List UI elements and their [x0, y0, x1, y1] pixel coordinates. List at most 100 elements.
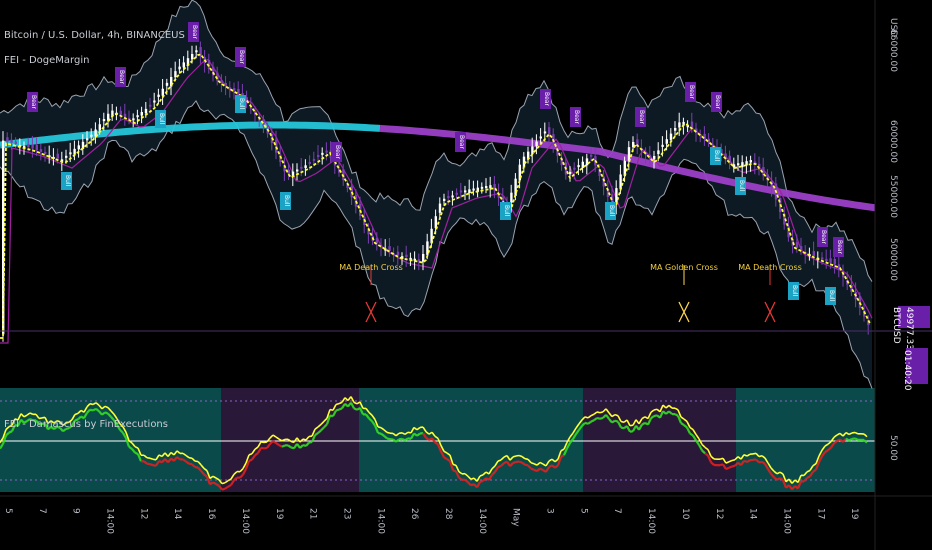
- candle-body: [157, 94, 160, 97]
- osc-line-seg: [221, 481, 226, 485]
- time-axis-label: 19: [849, 508, 859, 520]
- candle-body: [35, 144, 38, 151]
- time-axis-label: 28: [443, 508, 453, 520]
- osc-signal-seg: [614, 419, 619, 423]
- candle-body: [858, 296, 862, 308]
- candle-body: [674, 128, 677, 131]
- candle-body: [191, 54, 194, 60]
- osc-signal-seg: [278, 444, 283, 448]
- candle-body: [73, 148, 76, 155]
- time-axis-label: 14:00: [646, 508, 656, 534]
- candle-body: [161, 88, 164, 96]
- candle-body: [39, 149, 43, 152]
- osc-signal-seg: [497, 464, 502, 469]
- indicator-sub-label: FEI - Damascus by FinExecutions: [4, 419, 168, 430]
- bull-badge-text: Bull: [64, 175, 71, 187]
- osc-signal-seg: [452, 469, 457, 473]
- osc-zone: [539, 388, 544, 492]
- candle-body: [149, 104, 152, 107]
- osc-zone: [622, 388, 626, 492]
- candle-body: [174, 71, 177, 78]
- candle-body: [317, 155, 320, 158]
- osc-zone: [415, 388, 422, 492]
- candle-body: [535, 141, 538, 147]
- candle-body: [233, 88, 236, 91]
- time-axis-label: 14:00: [240, 508, 250, 534]
- candle-body: [569, 171, 572, 175]
- osc-zone: [493, 388, 512, 492]
- candle-body: [447, 196, 450, 199]
- osc-signal-seg: [743, 459, 748, 464]
- candle-body: [800, 246, 803, 250]
- osc-signal-seg: [596, 416, 601, 420]
- price-label-60000: 60000.00: [888, 120, 898, 163]
- candle-body: [405, 254, 408, 258]
- chart-title: Bitcoin / U.S. Dollar, 4h, BINANCEUS: [4, 30, 185, 41]
- candle-body: [31, 144, 34, 149]
- candle-body: [737, 163, 740, 166]
- candle-body: [459, 190, 463, 193]
- candle-body: [577, 165, 580, 168]
- time-axis-label: 7: [37, 508, 47, 514]
- candle-body: [581, 161, 584, 168]
- osc-zone: [65, 388, 86, 492]
- osc-line-seg: [599, 411, 604, 414]
- candle-body: [140, 112, 143, 116]
- candle-body: [661, 144, 664, 147]
- bull-badge-text: Bull: [738, 180, 745, 192]
- time-axis-label: 14:00: [105, 508, 115, 534]
- bear-badge-text: Bear: [836, 240, 843, 254]
- chart-canvas[interactable]: Bear Bear Bear Bear Bear Bear Bear Bear Bear Bear…: [0, 0, 932, 550]
- osc-signal-seg: [188, 462, 193, 466]
- candle-body: [443, 198, 446, 201]
- osc-signal-seg: [335, 408, 340, 412]
- candle-body: [825, 258, 828, 262]
- candle-body: [665, 139, 668, 144]
- candle-body: [749, 160, 752, 163]
- bear-badge-text: Bear: [118, 70, 125, 84]
- oscillator-zones: [0, 388, 875, 492]
- candle-body: [438, 203, 442, 213]
- osc-line-seg: [260, 441, 265, 444]
- time-axis-label: 10: [680, 508, 690, 520]
- candle-body: [144, 108, 148, 114]
- candle-body: [182, 62, 185, 68]
- osc-signal-seg: [338, 407, 343, 411]
- osc-zone: [359, 388, 386, 492]
- candle-body: [195, 50, 198, 53]
- osc-signal-seg: [854, 437, 859, 441]
- osc-line-seg: [497, 459, 502, 462]
- osc-signal-seg: [149, 463, 154, 467]
- candle-body: [132, 118, 135, 121]
- osc-zone: [12, 388, 16, 492]
- candle-body: [65, 155, 68, 158]
- osc-signal-seg: [104, 411, 109, 415]
- bull-badge-text: Bull: [238, 98, 245, 110]
- osc-label-50: 50.00: [888, 435, 898, 461]
- candle-body: [300, 166, 303, 169]
- countdown-badge: 01:40:20: [902, 348, 928, 390]
- candle-body: [669, 133, 673, 140]
- osc-signal-seg: [728, 465, 733, 469]
- candle-body: [543, 131, 547, 134]
- candle-body: [678, 122, 681, 128]
- last-price-symbol: BTCUSD: [891, 307, 901, 344]
- bull-badge-text: Bull: [158, 113, 165, 125]
- candle-body: [468, 189, 471, 194]
- indicator-main-label: FEI - DogeMargin: [4, 55, 90, 66]
- osc-signal-seg: [260, 446, 265, 450]
- osc-zone: [583, 388, 611, 492]
- candle-body: [417, 259, 421, 262]
- candle-body: [354, 194, 358, 207]
- bear-badge-text: Bear: [30, 95, 37, 109]
- last-price-value: 49977.33: [904, 307, 914, 350]
- time-axis-label: 14:00: [781, 508, 791, 534]
- osc-line-seg: [518, 454, 523, 458]
- last-price-badge[interactable]: BTCUSD 49977.33: [891, 306, 930, 350]
- candle-body: [325, 150, 328, 153]
- cross-label: MA Death Cross: [738, 263, 802, 272]
- candle-body: [510, 192, 513, 203]
- currency-label: USD: [888, 18, 898, 38]
- time-axis-label: May: [511, 508, 521, 527]
- candle-body: [27, 143, 30, 148]
